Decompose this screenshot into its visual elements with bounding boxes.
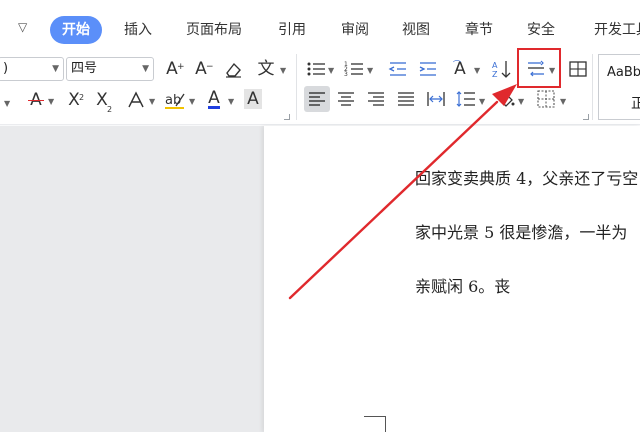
font-name-value: ) xyxy=(3,61,9,76)
table-insert-icon[interactable] xyxy=(568,59,588,79)
underline-dropdown-icon[interactable]: ▼ xyxy=(0,90,20,110)
grow-font-icon[interactable]: A + xyxy=(162,59,184,79)
chevron-down-icon[interactable]: ▼ xyxy=(328,66,334,75)
font-size-combo[interactable]: 四号 ▼ xyxy=(66,57,154,81)
justify-icon[interactable] xyxy=(396,89,416,109)
change-case-icon[interactable]: A ⌒ xyxy=(450,59,470,79)
group-divider xyxy=(296,54,297,120)
superscript-icon[interactable]: X2 xyxy=(64,90,84,110)
chevron-down-icon[interactable]: ▼ xyxy=(149,97,155,106)
font-color-icon[interactable]: A xyxy=(204,88,224,109)
tab-page-layout[interactable]: 页面布局 xyxy=(186,16,242,44)
subscript-icon[interactable]: X2 xyxy=(92,90,112,114)
document-line-1[interactable]: 回家变卖典质 4，父亲还了亏空 xyxy=(415,165,638,189)
phonetic-guide-icon[interactable]: 文 xyxy=(256,59,276,79)
align-right-icon[interactable] xyxy=(366,89,386,109)
chevron-down-icon[interactable]: ▼ xyxy=(189,97,195,106)
increase-indent-icon[interactable] xyxy=(418,59,438,79)
tab-security[interactable]: 安全 xyxy=(527,16,555,44)
borders-icon[interactable] xyxy=(536,89,556,109)
tab-review[interactable]: 审阅 xyxy=(341,16,369,44)
style-sample: AaBb xyxy=(607,65,640,80)
character-shading-icon[interactable]: A xyxy=(244,89,262,109)
menu-tab-bar: ▽ 开始 插入 页面布局 引用 审阅 视图 章节 安全 开发工具 xyxy=(0,0,640,48)
tab-developer[interactable]: 开发工具 xyxy=(594,16,640,44)
document-line-3[interactable]: 亲赋闲 6。丧 xyxy=(415,273,510,297)
font-size-value: 四号 xyxy=(71,61,98,76)
line-spacing-icon[interactable] xyxy=(456,89,476,109)
decrease-indent-icon[interactable] xyxy=(388,59,408,79)
text-effect-icon[interactable] xyxy=(126,90,146,110)
distribute-icon[interactable] xyxy=(426,89,446,109)
svg-text:3: 3 xyxy=(344,71,348,78)
group-divider xyxy=(592,54,593,120)
font-name-combo[interactable]: ) ▼ xyxy=(0,57,64,81)
svg-text:ab: ab xyxy=(165,93,181,108)
svg-text:Z: Z xyxy=(492,70,498,79)
document-line-2[interactable]: 家中光景 5 很是惨澹，一半为 xyxy=(415,219,627,243)
tab-insert[interactable]: 插入 xyxy=(124,16,152,44)
chevron-down-icon[interactable]: ▼ xyxy=(280,66,286,75)
shrink-font-icon[interactable]: A − xyxy=(191,59,213,79)
tab-references[interactable]: 引用 xyxy=(278,16,306,44)
chevron-down-icon: ▼ xyxy=(142,64,149,74)
style-gallery[interactable]: AaBb 正 xyxy=(598,54,640,120)
chevron-down-icon[interactable]: ▼ xyxy=(474,66,480,75)
tab-view[interactable]: 视图 xyxy=(402,16,430,44)
annotation-highlight-box xyxy=(517,48,561,88)
highlight-icon[interactable]: ab xyxy=(164,90,185,110)
strikethrough-icon[interactable]: A xyxy=(26,90,46,110)
style-name-normal: 正 xyxy=(631,96,640,112)
quick-access-dropdown-icon[interactable]: ▽ xyxy=(18,20,27,34)
tab-home[interactable]: 开始 xyxy=(50,16,102,44)
svg-text:A: A xyxy=(492,61,498,70)
chevron-down-icon[interactable]: ▼ xyxy=(479,97,485,106)
chevron-down-icon[interactable]: ▼ xyxy=(560,97,566,106)
clear-format-icon[interactable] xyxy=(223,59,243,79)
paragraph-group-launcher-icon[interactable] xyxy=(583,114,589,120)
page-margin-corner xyxy=(364,416,386,432)
chevron-down-icon: ▼ xyxy=(52,64,59,74)
align-center-icon[interactable] xyxy=(336,89,356,109)
chevron-down-icon[interactable]: ▼ xyxy=(48,97,54,106)
tab-sections[interactable]: 章节 xyxy=(465,16,493,44)
numbered-list-icon[interactable]: 123 xyxy=(344,59,364,79)
font-group-launcher-icon[interactable] xyxy=(284,114,290,120)
align-left-button[interactable] xyxy=(304,86,330,112)
chevron-down-icon[interactable]: ▼ xyxy=(367,66,373,75)
bullet-list-icon[interactable] xyxy=(306,59,326,79)
sort-icon[interactable]: AZ xyxy=(492,59,512,79)
chevron-down-icon[interactable]: ▼ xyxy=(228,97,234,106)
chevron-down-icon[interactable]: ▼ xyxy=(518,97,524,106)
shading-fill-icon[interactable] xyxy=(496,89,516,109)
